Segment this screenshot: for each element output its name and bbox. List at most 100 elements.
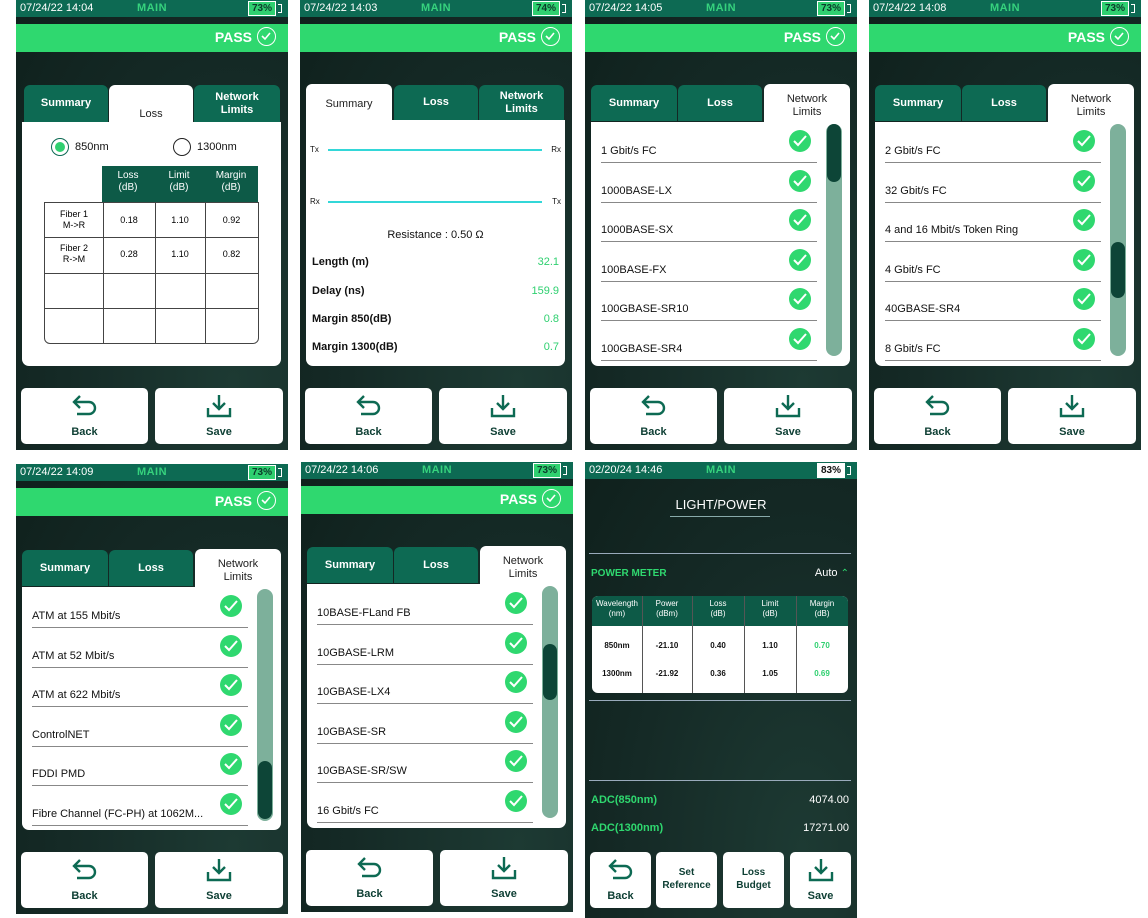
list-item: 32 Gbit/s FC — [885, 164, 1101, 203]
list-item: 16 Gbit/s FC — [317, 784, 533, 823]
pass-check-icon — [789, 248, 811, 271]
list-item: 100GBASE-SR4 — [601, 322, 817, 361]
back-button[interactable]: Back — [874, 388, 1001, 444]
save-button[interactable]: Save — [439, 388, 567, 444]
scrollbar[interactable] — [257, 589, 273, 821]
battery-indicator: 73% — [247, 1, 276, 16]
check-circle-icon — [257, 491, 276, 510]
tab-loss[interactable]: Loss — [678, 85, 762, 121]
button-row: Back Save — [590, 388, 852, 444]
summary-row-delay: Delay (ns) 159.9 — [312, 285, 559, 297]
scrollbar[interactable] — [826, 124, 842, 356]
pass-check-icon — [505, 710, 527, 733]
button-row: Back Save — [21, 388, 283, 444]
pass-check-icon — [1073, 288, 1095, 310]
loss-table: Loss (dB) Limit (dB) Margin (dB) Fiber 1 M->… — [44, 166, 259, 344]
tab-summary[interactable]: Summary — [24, 85, 108, 122]
tab-network-limits[interactable]: Network Limits — [764, 84, 850, 123]
list-item: 4 and 16 Mbit/s Token Ring — [885, 203, 1101, 242]
save-button[interactable]: Save — [155, 852, 283, 908]
network-limits-card: 1 Gbit/s FC 1000BASE-LX 1000BASE-SX 100BASE… — [591, 122, 850, 366]
back-button[interactable]: Back — [305, 388, 432, 444]
list-item: ATM at 52 Mbit/s — [32, 629, 248, 668]
back-button[interactable]: Back — [590, 852, 651, 908]
scrollbar-thumb[interactable] — [1111, 242, 1125, 298]
check-circle-icon — [826, 27, 845, 46]
status-bar: 02/20/24 14:46 MAIN 83% — [585, 462, 857, 479]
scrollbar-thumb[interactable] — [258, 761, 272, 819]
tab-loss[interactable]: Loss — [394, 85, 478, 120]
radio-selected-icon — [51, 138, 69, 156]
download-icon — [206, 859, 232, 882]
check-circle-icon — [257, 27, 276, 46]
scrollbar-thumb[interactable] — [827, 124, 841, 182]
radio-unselected-icon — [173, 138, 191, 156]
status-bar: 07/24/22 14:04 MAIN 73% — [16, 0, 288, 17]
back-button[interactable]: Back — [306, 850, 433, 906]
pass-label: PASS — [1067, 28, 1105, 45]
back-arrow-icon — [607, 859, 632, 880]
download-icon — [206, 395, 232, 418]
download-icon — [1059, 395, 1085, 418]
pass-check-icon — [789, 327, 811, 350]
pass-bar: PASS — [585, 24, 857, 52]
pass-bar: PASS — [16, 24, 288, 52]
tab-loss[interactable]: Loss — [109, 85, 193, 123]
list-item: 10GBASE-LX4 — [317, 665, 533, 704]
screen-network-limits: 07/24/22 14:05 MAIN 73% PASS 1 Gbit/s FC 1000… — [585, 0, 857, 450]
tab-summary[interactable]: Summary — [591, 85, 677, 121]
tab-network-limits[interactable]: Network Limits — [194, 85, 280, 122]
save-button[interactable]: Save — [440, 850, 568, 906]
tab-loss[interactable]: Loss — [394, 547, 478, 583]
table-row: Fiber 2 R->M 0.28 1.10 0.82 — [59, 243, 241, 264]
button-row: Back Set Reference Loss Budget Save — [590, 852, 852, 908]
pass-check-icon — [220, 634, 242, 657]
tab-summary[interactable]: Summary — [307, 547, 393, 583]
tab-loss[interactable]: Loss — [109, 550, 193, 586]
tab-summary[interactable]: Summary — [306, 84, 392, 122]
save-button[interactable]: Save — [790, 852, 851, 908]
list-item: 40GBASE-SR4 — [885, 282, 1101, 321]
pass-check-icon — [789, 130, 811, 152]
table-row: Fiber 1 M->R 0.18 1.10 0.92 — [59, 209, 241, 230]
set-reference-button[interactable]: Set Reference — [656, 852, 717, 908]
radio-850[interactable]: 850nm — [51, 138, 109, 156]
pass-label: PASS — [783, 28, 821, 45]
download-icon — [808, 859, 833, 882]
battery-indicator: 83% — [816, 463, 845, 478]
tab-summary[interactable]: Summary — [22, 550, 108, 586]
pass-check-icon — [789, 288, 811, 310]
loss-budget-button[interactable]: Loss Budget — [723, 852, 784, 908]
button-row: Back Save — [874, 388, 1136, 444]
battery-icon — [847, 466, 851, 475]
button-row: Back Save — [305, 388, 567, 444]
list-item: 10GBASE-SR — [317, 705, 533, 744]
scrollbar[interactable] — [1110, 124, 1126, 356]
status-bar: 07/24/22 14:06 MAIN 73% — [301, 462, 573, 479]
back-arrow-icon — [71, 859, 96, 880]
pass-bar: PASS — [869, 24, 1141, 52]
save-button[interactable]: Save — [1008, 388, 1136, 444]
list-item: 4 Gbit/s FC — [885, 243, 1101, 282]
list-item: ATM at 155 Mbit/s — [32, 589, 248, 628]
back-button[interactable]: Back — [21, 852, 148, 908]
radio-1300[interactable]: 1300nm — [173, 138, 237, 156]
list-item: 1000BASE-LX — [601, 164, 817, 203]
pass-check-icon — [220, 595, 242, 617]
scrollbar-thumb[interactable] — [543, 644, 557, 700]
save-button[interactable]: Save — [724, 388, 852, 444]
pass-check-icon — [789, 169, 811, 192]
tab-loss[interactable]: Loss — [962, 85, 1046, 121]
list-item: Fibre Channel (FC-PH) at 1062M... — [32, 787, 248, 826]
screen-loss: 07/24/22 14:04 MAIN 73% PASS Summary Los… — [16, 0, 288, 450]
scrollbar[interactable] — [542, 586, 558, 818]
back-button[interactable]: Back — [21, 388, 148, 444]
tab-network-limits[interactable]: Network Limits — [479, 85, 564, 120]
tab-network-limits[interactable]: Network Limits — [1048, 84, 1134, 123]
tab-summary[interactable]: Summary — [875, 85, 961, 121]
back-button[interactable]: Back — [590, 388, 717, 444]
auto-dropdown[interactable]: Auto ⌃ — [815, 567, 849, 579]
tab-network-limits[interactable]: Network Limits — [195, 549, 281, 588]
tab-network-limits[interactable]: Network Limits — [480, 546, 566, 585]
save-button[interactable]: Save — [155, 388, 283, 444]
